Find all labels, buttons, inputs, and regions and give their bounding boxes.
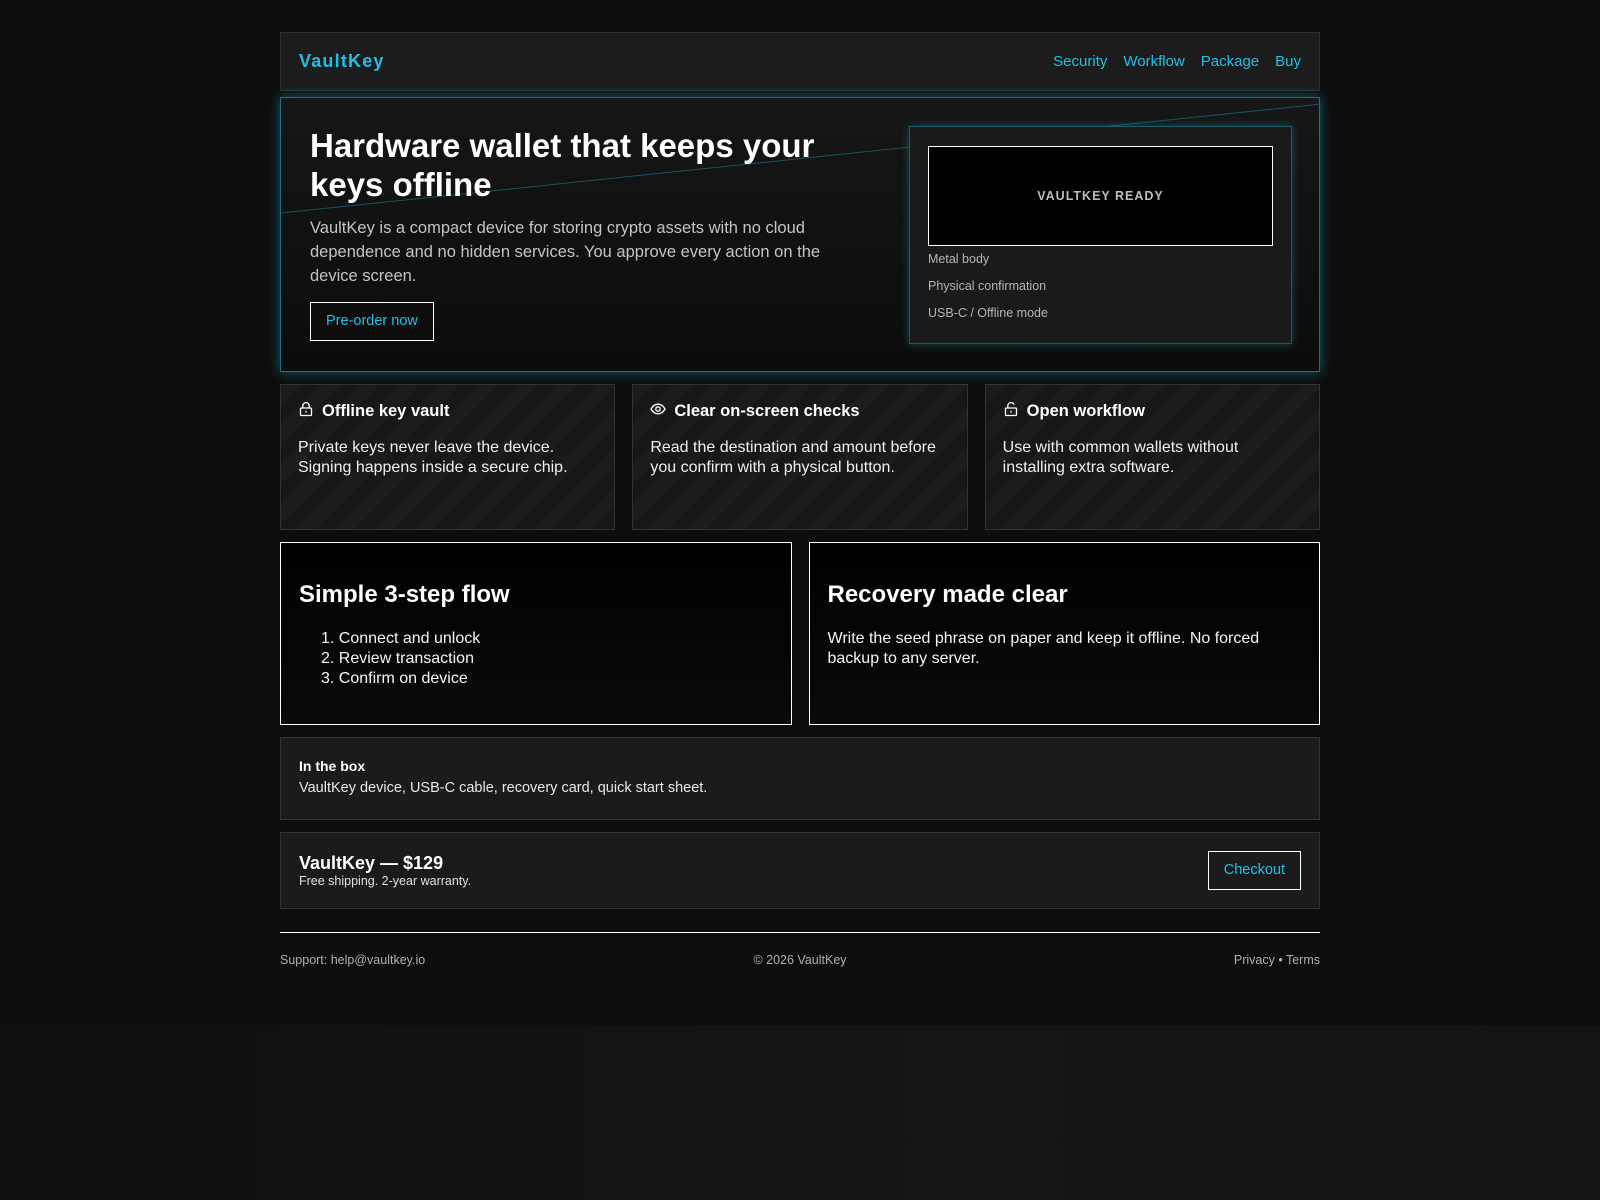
spec-item: Metal body (928, 252, 990, 266)
nav-link-buy[interactable]: Buy (1275, 53, 1301, 70)
page-background-lower (0, 1025, 1600, 1200)
eye-icon (650, 401, 667, 422)
feature-text: Use with common wallets without installi… (1002, 439, 1239, 476)
main-nav: Security Workflow Package Buy (1053, 53, 1301, 70)
recovery-title: Recovery made clear (827, 581, 1068, 608)
unlock-icon (1003, 401, 1019, 422)
recovery-text: Write the seed phrase on paper and keep … (827, 630, 1260, 667)
feature-header: Offline key vault (298, 401, 597, 422)
workflow-title: Simple 3-step flow (299, 581, 510, 608)
price-block: VaultKey — $129 Free shipping. 2-year wa… (299, 853, 471, 888)
spec-item: Physical confirmation (928, 279, 1047, 293)
spec-item: USB-C / Offline mode (928, 306, 1048, 320)
workflow-step: 2. Review transaction (321, 650, 474, 667)
checkout-button[interactable]: Checkout (1207, 851, 1301, 890)
page-container: VaultKey Security Workflow Package Buy H… (280, 32, 1320, 972)
feature-title: Clear on-screen checks (674, 402, 860, 420)
purchase-bar: VaultKey — $129 Free shipping. 2-year wa… (280, 832, 1320, 909)
preorder-button[interactable]: Pre-order now (310, 302, 434, 341)
site-footer: Support: help@vaultkey.io © 2026 VaultKe… (280, 932, 1320, 972)
support-link[interactable]: Support: help@vaultkey.io (280, 953, 425, 967)
nav-link-workflow[interactable]: Workflow (1123, 53, 1184, 70)
hero-title: Hardware wallet that keeps your keys off… (310, 127, 815, 203)
workflow-step: 3. Confirm on device (321, 670, 468, 687)
price-subtext: Free shipping. 2-year warranty. (299, 874, 472, 888)
features-row: Offline key vault Private keys never lea… (280, 384, 1320, 530)
device-screen: VAULTKEY READY (928, 146, 1273, 246)
feature-card-offline-vault: Offline key vault Private keys never lea… (280, 384, 616, 530)
price-label: VaultKey — $129 (299, 853, 444, 873)
hero-section: Hardware wallet that keeps your keys off… (280, 97, 1320, 372)
copyright: © 2026 VaultKey (753, 952, 847, 967)
feature-text: Read the destination and amount before y… (650, 439, 936, 476)
workflow-step: 1. Connect and unlock (321, 630, 481, 647)
workflow-panel: Simple 3-step flow 1. Connect and unlock… (280, 542, 792, 725)
nav-link-security[interactable]: Security (1053, 53, 1107, 70)
in-the-box-section: In the box VaultKey device, USB-C cable,… (280, 737, 1320, 820)
in-the-box-text: VaultKey device, USB-C cable, recovery c… (299, 780, 708, 796)
feature-card-onscreen-checks: Clear on-screen checks Read the destinat… (632, 384, 968, 530)
feature-header: Clear on-screen checks (650, 401, 949, 422)
feature-title: Offline key vault (322, 402, 450, 420)
recovery-panel: Recovery made clear Write the seed phras… (808, 542, 1320, 725)
hero-content: Hardware wallet that keeps your keys off… (310, 126, 870, 341)
feature-title: Open workflow (1026, 402, 1145, 420)
hero-description: VaultKey is a compact device for storing… (310, 219, 821, 285)
feature-card-open-workflow: Open workflow Use with common wallets wi… (984, 384, 1320, 530)
workflow-steps: 1. Connect and unlock 2. Review transact… (299, 629, 773, 689)
feature-header: Open workflow (1003, 401, 1302, 422)
device-preview-card: VAULTKEY READY Metal body Physical confi… (909, 126, 1292, 344)
brand-logo[interactable]: VaultKey (299, 51, 385, 72)
lock-icon (298, 401, 314, 422)
top-navigation-bar: VaultKey Security Workflow Package Buy (280, 32, 1320, 91)
info-panels-row: Simple 3-step flow 1. Connect and unlock… (280, 542, 1320, 725)
in-the-box-title: In the box (299, 758, 366, 774)
feature-text: Private keys never leave the device. Sig… (298, 439, 568, 476)
nav-link-package[interactable]: Package (1201, 53, 1259, 70)
legal-links[interactable]: Privacy • Terms (1234, 953, 1320, 967)
